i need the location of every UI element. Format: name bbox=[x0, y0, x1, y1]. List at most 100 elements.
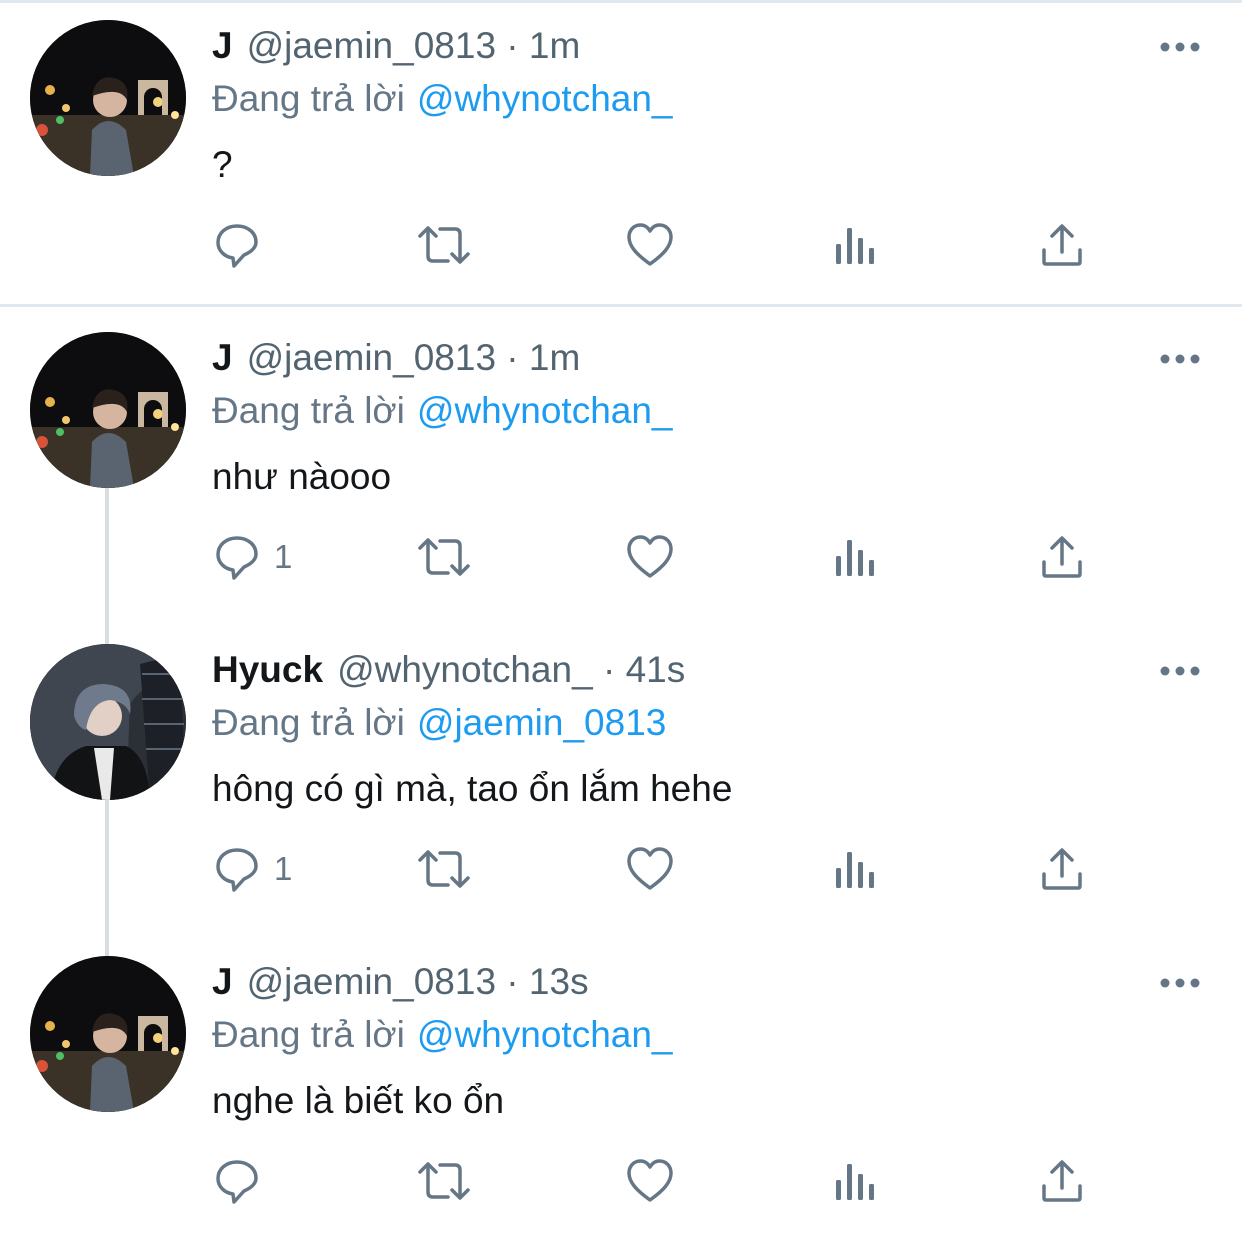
share-icon bbox=[1042, 224, 1082, 266]
share-button[interactable] bbox=[1040, 1146, 1084, 1216]
replying-mention-link[interactable]: @whynotchan_ bbox=[417, 78, 673, 119]
like-icon bbox=[627, 1159, 673, 1202]
separator-dot: · bbox=[496, 337, 529, 378]
views-button[interactable] bbox=[834, 1146, 878, 1216]
retweet-icon bbox=[418, 538, 470, 576]
user-handle[interactable]: @jaemin_0813 bbox=[247, 25, 496, 66]
views-button[interactable] bbox=[834, 834, 878, 904]
timestamp[interactable]: 1m bbox=[529, 25, 580, 66]
reply-button[interactable] bbox=[214, 1146, 274, 1216]
display-name[interactable]: J bbox=[212, 25, 233, 66]
replying-mention-link[interactable]: @whynotchan_ bbox=[417, 390, 673, 431]
reply-icon bbox=[216, 1160, 258, 1204]
tweet-header: J @jaemin_0813 · 1m bbox=[212, 334, 580, 382]
tweet[interactable]: J @jaemin_0813 · 1m Đang trả lời @whynotch… bbox=[0, 312, 1242, 624]
tweet-text: như nàooo bbox=[212, 456, 392, 497]
like-button[interactable] bbox=[626, 522, 674, 592]
share-icon bbox=[1042, 1160, 1082, 1202]
like-button[interactable] bbox=[626, 1146, 674, 1216]
tweet-text: ? bbox=[212, 144, 233, 185]
replying-mention-link[interactable]: @jaemin_0813 bbox=[417, 702, 666, 743]
avatar-photo-icon bbox=[30, 332, 186, 488]
like-icon bbox=[627, 847, 673, 890]
reply-button[interactable]: 1 bbox=[214, 522, 292, 592]
share-button[interactable] bbox=[1040, 522, 1084, 592]
more-options-button[interactable] bbox=[1150, 654, 1210, 688]
avatar-photo-icon bbox=[30, 956, 186, 1112]
avatar[interactable] bbox=[30, 956, 186, 1112]
views-button[interactable] bbox=[834, 522, 878, 592]
more-dots-icon bbox=[1160, 42, 1200, 52]
tweet-header: J @jaemin_0813 · 1m bbox=[212, 22, 580, 70]
retweet-icon bbox=[418, 1162, 470, 1200]
timestamp[interactable]: 41s bbox=[626, 649, 686, 690]
display-name[interactable]: J bbox=[212, 961, 233, 1002]
retweet-button[interactable] bbox=[416, 522, 472, 592]
retweet-icon bbox=[418, 226, 470, 264]
tweet-header: Hyuck @whynotchan_ · 41s bbox=[212, 646, 685, 694]
replying-label: Đang trả lời bbox=[212, 390, 405, 431]
reply-count: 1 bbox=[274, 850, 293, 887]
retweet-button[interactable] bbox=[416, 210, 472, 280]
replying-to: Đang trả lời @whynotchan_ bbox=[212, 1011, 673, 1059]
retweet-icon bbox=[418, 850, 470, 888]
tweet[interactable]: J @jaemin_0813 · 13s Đang trả lời @whynotc… bbox=[0, 936, 1242, 1248]
replying-to: Đang trả lời @jaemin_0813 bbox=[212, 699, 666, 747]
reply-count: 1 bbox=[274, 538, 293, 575]
replying-label: Đang trả lời bbox=[212, 78, 405, 119]
like-button[interactable] bbox=[626, 834, 674, 904]
share-icon bbox=[1042, 536, 1082, 578]
separator-dot: · bbox=[496, 25, 529, 66]
replying-label: Đang trả lời bbox=[212, 1014, 405, 1055]
reply-button[interactable]: 1 bbox=[214, 834, 292, 904]
avatar[interactable] bbox=[30, 332, 186, 488]
like-icon bbox=[627, 223, 673, 266]
reply-icon bbox=[216, 536, 258, 580]
tweet[interactable]: J @jaemin_0813 · 1m Đang trả lời @whynotch… bbox=[0, 0, 1242, 312]
timestamp[interactable]: 13s bbox=[529, 961, 589, 1002]
tweet[interactable]: Hyuck @whynotchan_ · 41s Đang trả lời @jae… bbox=[0, 624, 1242, 936]
like-button[interactable] bbox=[626, 210, 674, 280]
replying-mention-link[interactable]: @whynotchan_ bbox=[417, 1014, 673, 1055]
retweet-button[interactable] bbox=[416, 1146, 472, 1216]
avatar-photo-icon bbox=[30, 20, 186, 176]
separator-dot: · bbox=[496, 961, 529, 1002]
user-handle[interactable]: @jaemin_0813 bbox=[247, 961, 496, 1002]
tweet-actions bbox=[0, 1146, 1242, 1216]
more-dots-icon bbox=[1160, 354, 1200, 364]
reply-button[interactable] bbox=[214, 210, 274, 280]
more-dots-icon bbox=[1160, 978, 1200, 988]
share-button[interactable] bbox=[1040, 210, 1084, 280]
tweet-actions bbox=[0, 210, 1242, 280]
replying-to: Đang trả lời @whynotchan_ bbox=[212, 75, 673, 123]
avatar-photo-icon bbox=[30, 644, 186, 800]
replying-label: Đang trả lời bbox=[212, 702, 405, 743]
retweet-button[interactable] bbox=[416, 834, 472, 904]
user-handle[interactable]: @whynotchan_ bbox=[337, 649, 593, 690]
views-icon bbox=[836, 228, 874, 264]
tweet-text: hông có gì mà, tao ổn lắm hehe bbox=[212, 768, 733, 809]
tweet-actions: 1 bbox=[0, 834, 1242, 904]
display-name[interactable]: J bbox=[212, 337, 233, 378]
more-dots-icon bbox=[1160, 666, 1200, 676]
views-icon bbox=[836, 540, 874, 576]
tweet-text: nghe là biết ko ổn bbox=[212, 1080, 505, 1121]
reply-icon bbox=[216, 848, 258, 892]
tweet-header: J @jaemin_0813 · 13s bbox=[212, 958, 589, 1006]
share-button[interactable] bbox=[1040, 834, 1084, 904]
tweet-actions: 1 bbox=[0, 522, 1242, 592]
display-name[interactable]: Hyuck bbox=[212, 649, 323, 690]
reply-icon bbox=[216, 224, 258, 268]
like-icon bbox=[627, 535, 673, 578]
views-icon bbox=[836, 1164, 874, 1200]
share-icon bbox=[1042, 848, 1082, 890]
user-handle[interactable]: @jaemin_0813 bbox=[247, 337, 496, 378]
views-button[interactable] bbox=[834, 210, 878, 280]
more-options-button[interactable] bbox=[1150, 30, 1210, 64]
avatar[interactable] bbox=[30, 644, 186, 800]
avatar[interactable] bbox=[30, 20, 186, 176]
more-options-button[interactable] bbox=[1150, 342, 1210, 376]
timestamp[interactable]: 1m bbox=[529, 337, 580, 378]
replying-to: Đang trả lời @whynotchan_ bbox=[212, 387, 673, 435]
more-options-button[interactable] bbox=[1150, 966, 1210, 1000]
